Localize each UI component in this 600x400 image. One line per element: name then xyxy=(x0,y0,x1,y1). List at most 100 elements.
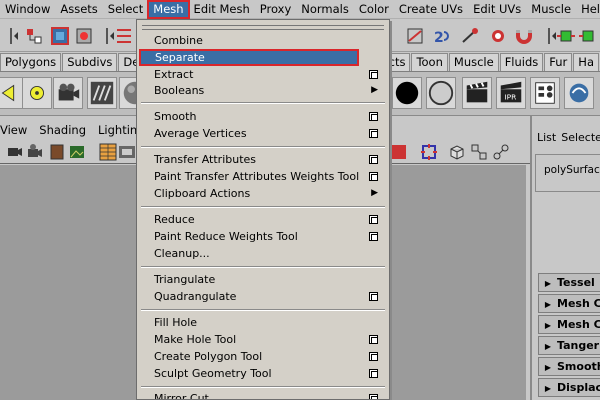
shelf-tab-fur[interactable]: Fur xyxy=(544,53,573,71)
section-mesh-controls[interactable]: ▶ Mesh C xyxy=(538,315,600,334)
select-component-icon[interactable] xyxy=(74,26,94,46)
render-settings-icon[interactable] xyxy=(530,77,560,109)
option-box-icon[interactable] xyxy=(369,232,378,241)
wireframe-cube-icon[interactable] xyxy=(448,143,466,161)
tab-selected[interactable]: Selected xyxy=(556,131,600,144)
magnet-icon[interactable] xyxy=(514,26,534,46)
menu-item-sculpt-geometry-tool[interactable]: Sculpt Geometry Tool xyxy=(138,365,388,382)
menu-item-combine[interactable]: Combine xyxy=(138,32,388,49)
option-box-icon[interactable] xyxy=(369,352,378,361)
xray-icon[interactable] xyxy=(470,143,488,161)
option-box-icon[interactable] xyxy=(369,155,378,164)
select-object-icon[interactable] xyxy=(50,26,70,46)
uv-texture-editor-icon[interactable] xyxy=(87,77,117,109)
option-box-icon[interactable] xyxy=(369,112,378,121)
node-name-tab[interactable]: polySurfaceS xyxy=(535,154,600,192)
snap-grid-icon[interactable] xyxy=(114,26,134,46)
menu-item-label: Create Polygon Tool xyxy=(154,350,263,363)
option-box-icon[interactable] xyxy=(369,369,378,378)
shelf-tab-muscle[interactable]: Muscle xyxy=(448,53,499,71)
menu-item-fill-hole[interactable]: Fill Hole xyxy=(138,314,388,331)
menu-item-transfer-attributes[interactable]: Transfer Attributes xyxy=(138,151,388,168)
ipr-render-icon[interactable]: IPR xyxy=(496,77,526,109)
camera-icon[interactable] xyxy=(53,77,83,109)
menu-item-extract[interactable]: Extract xyxy=(138,66,388,83)
snap-curve-icon[interactable] xyxy=(405,26,425,46)
option-box-icon[interactable] xyxy=(369,292,378,301)
menu-item-label: Extract xyxy=(154,68,194,81)
menu-create-uvs[interactable]: Create UVs xyxy=(394,1,468,18)
joints-icon[interactable] xyxy=(492,143,510,161)
section-mesh-component-display[interactable]: ▶ Mesh C xyxy=(538,294,600,313)
menu-item-clipboard-actions[interactable]: Clipboard Actions ▶ xyxy=(138,185,388,202)
section-displacement[interactable]: ▶ Displac xyxy=(538,378,600,397)
snap-view-plane-icon[interactable] xyxy=(488,26,508,46)
tab-list[interactable]: List xyxy=(532,131,556,144)
menu-select[interactable]: Select xyxy=(103,1,148,18)
isolate-select-icon[interactable] xyxy=(390,143,408,161)
grid-toggle-icon[interactable] xyxy=(99,143,117,161)
menu-item-quadrangulate[interactable]: Quadrangulate xyxy=(138,288,388,305)
panel-menu-view[interactable]: View xyxy=(0,123,33,137)
menu-color[interactable]: Color xyxy=(354,1,394,18)
shelf-tab-subdivs[interactable]: Subdivs xyxy=(62,53,118,71)
menu-item-label: Smooth xyxy=(154,110,197,123)
image-plane-icon[interactable] xyxy=(68,143,86,161)
shelf-tab-toon[interactable]: Toon xyxy=(411,53,448,71)
section-smooth-mesh[interactable]: ▶ Smooth xyxy=(538,357,600,376)
shelf-tab-hair[interactable]: Ha xyxy=(573,53,599,71)
menu-assets[interactable]: Assets xyxy=(55,1,102,18)
shelf-tab-fluids[interactable]: Fluids xyxy=(499,53,544,71)
menu-item-mirror-cut[interactable]: Mirror Cut xyxy=(138,390,388,399)
menu-item-cleanup[interactable]: Cleanup... xyxy=(138,245,388,262)
snap-point-icon[interactable] xyxy=(460,26,480,46)
select-camera-icon[interactable] xyxy=(6,143,24,161)
menu-edit-uvs[interactable]: Edit UVs xyxy=(468,1,526,18)
bookmark-icon[interactable] xyxy=(48,143,66,161)
input-output-icon[interactable] xyxy=(556,26,576,46)
select-hierarchy-icon[interactable] xyxy=(24,26,44,46)
option-box-icon[interactable] xyxy=(369,215,378,224)
menu-help[interactable]: Help xyxy=(576,1,600,18)
menu-muscle[interactable]: Muscle xyxy=(526,1,576,18)
option-box-icon[interactable] xyxy=(369,172,378,181)
film-gate-icon[interactable] xyxy=(118,143,136,161)
menu-edit-mesh[interactable]: Edit Mesh xyxy=(189,1,255,18)
point-light-icon[interactable] xyxy=(22,77,52,109)
menu-item-average-vertices[interactable]: Average Vertices xyxy=(138,125,388,142)
menu-item-triangulate[interactable]: Triangulate xyxy=(138,271,388,288)
panel-menu-shading[interactable]: Shading xyxy=(33,123,92,137)
separator-handle-icon[interactable] xyxy=(2,26,22,46)
menu-item-make-hole-tool[interactable]: Make Hole Tool xyxy=(138,331,388,348)
hypershade-icon[interactable] xyxy=(564,77,594,109)
light-icon[interactable] xyxy=(0,77,24,109)
section-tangent-space[interactable]: ▶ Tanger xyxy=(538,336,600,355)
menu-item-smooth[interactable]: Smooth xyxy=(138,108,388,125)
menu-item-label: Triangulate xyxy=(154,273,216,286)
menu-item-separate[interactable]: Separate xyxy=(139,49,359,66)
section-tessellation[interactable]: ▶ Tessel xyxy=(538,273,600,292)
menu-proxy[interactable]: Proxy xyxy=(255,1,297,18)
option-box-icon[interactable] xyxy=(369,394,378,399)
camera-attributes-icon[interactable] xyxy=(26,143,44,161)
black-shader-icon[interactable] xyxy=(392,77,422,109)
expand-arrow-icon: ▶ xyxy=(544,384,552,393)
option-box-icon[interactable] xyxy=(369,335,378,344)
gray-shader-icon[interactable] xyxy=(426,77,456,109)
menu-window[interactable]: Window xyxy=(0,1,55,18)
frame-selection-icon[interactable] xyxy=(420,143,438,161)
menu-item-reduce[interactable]: Reduce xyxy=(138,211,388,228)
render-output-icon[interactable] xyxy=(578,26,598,46)
shelf-tab-polygons[interactable]: Polygons xyxy=(0,53,62,71)
menu-item-paint-reduce-weights-tool[interactable]: Paint Reduce Weights Tool xyxy=(138,228,388,245)
option-box-icon[interactable] xyxy=(369,129,378,138)
option-box-icon[interactable] xyxy=(369,70,378,79)
menu-item-paint-transfer-attributes-weights-tool[interactable]: Paint Transfer Attributes Weights Tool xyxy=(138,168,388,185)
menu-normals[interactable]: Normals xyxy=(296,1,354,18)
menu-item-create-polygon-tool[interactable]: Create Polygon Tool xyxy=(138,348,388,365)
menu-mesh[interactable]: Mesh xyxy=(147,0,190,19)
menu-item-booleans[interactable]: Booleans ▶ xyxy=(138,82,388,99)
tear-off-handle[interactable] xyxy=(142,25,384,30)
construction-history-icon[interactable]: 2 xyxy=(432,26,452,46)
render-clapper-icon[interactable] xyxy=(462,77,492,109)
